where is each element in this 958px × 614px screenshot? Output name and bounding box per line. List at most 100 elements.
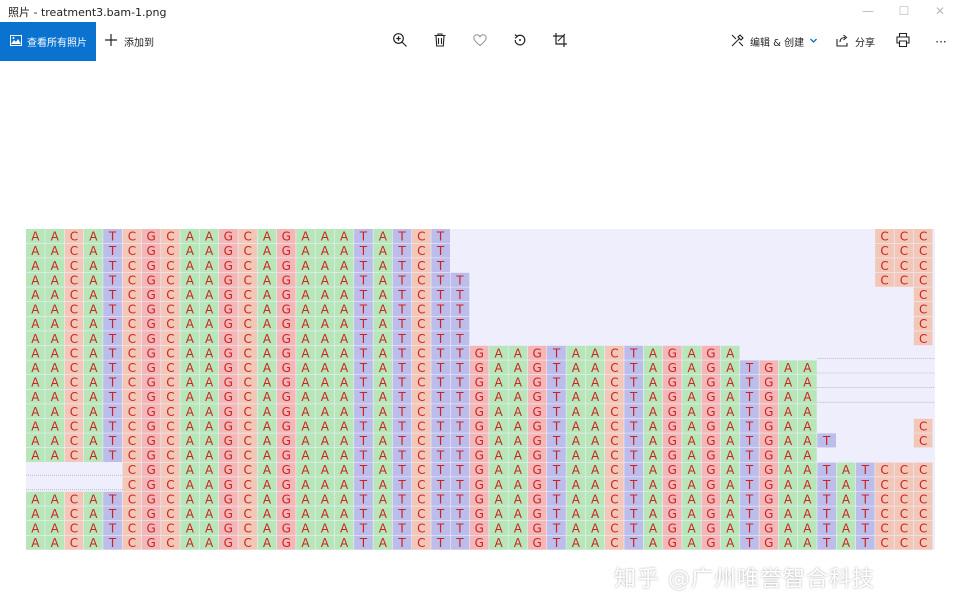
base-letter: C — [417, 376, 425, 390]
add-to-button[interactable]: 添加到 — [104, 22, 154, 61]
base-letter: G — [224, 434, 233, 448]
base-letter: A — [726, 434, 735, 448]
base-letter: C — [166, 390, 174, 404]
base-letter: C — [880, 273, 888, 287]
base-letter: A — [494, 405, 503, 419]
base-letter: T — [822, 522, 831, 536]
base-letter: T — [359, 390, 368, 404]
base-letter: A — [51, 507, 60, 521]
base-letter: A — [205, 303, 214, 317]
plus-icon — [104, 33, 118, 50]
base-letter: G — [282, 507, 291, 521]
base-letter: C — [128, 434, 136, 448]
base-letter: C — [919, 522, 927, 536]
base-letter: A — [514, 536, 523, 550]
more-options-button[interactable]: ··· — [931, 32, 951, 52]
base-letter: A — [340, 434, 349, 448]
minimize-button[interactable]: — — [850, 0, 886, 22]
base-letter: A — [803, 478, 812, 492]
base-letter: A — [186, 230, 195, 244]
base-letter: A — [514, 507, 523, 521]
base-letter: A — [649, 507, 658, 521]
base-letter: A — [803, 536, 812, 550]
base-letter: G — [668, 536, 677, 550]
base-letter: A — [514, 390, 523, 404]
base-letter: C — [166, 317, 174, 331]
base-letter: C — [880, 259, 888, 273]
base-letter: G — [224, 507, 233, 521]
base-letter: A — [340, 492, 349, 506]
base-letter: T — [397, 244, 406, 258]
base-letter: G — [282, 244, 291, 258]
base-letter: A — [31, 419, 40, 433]
delete-button[interactable] — [430, 32, 450, 52]
base-letter: A — [572, 346, 581, 360]
base-letter: A — [263, 507, 272, 521]
base-letter: C — [70, 376, 78, 390]
base-letter: A — [205, 259, 214, 273]
share-button[interactable]: 分享 — [835, 22, 875, 61]
base-letter: A — [321, 405, 330, 419]
base-letter: A — [572, 536, 581, 550]
base-letter: G — [147, 376, 156, 390]
base-letter: C — [166, 405, 174, 419]
base-letter: A — [51, 376, 60, 390]
base-letter: T — [397, 317, 406, 331]
base-letter: A — [301, 522, 310, 536]
base-letter: A — [321, 449, 330, 463]
base-letter: A — [379, 463, 388, 477]
base-letter: A — [572, 419, 581, 433]
base-letter: A — [340, 317, 349, 331]
base-letter: A — [263, 419, 272, 433]
base-letter: C — [880, 522, 888, 536]
base-letter: A — [572, 522, 581, 536]
crop-button[interactable] — [550, 32, 570, 52]
base-letter: T — [629, 376, 638, 390]
base-letter: C — [417, 449, 425, 463]
base-letter: A — [494, 376, 503, 390]
base-letter: G — [668, 507, 677, 521]
base-letter: A — [340, 303, 349, 317]
print-button[interactable] — [893, 32, 913, 52]
base-letter: C — [70, 536, 78, 550]
base-letter: A — [31, 405, 40, 419]
base-letter: C — [166, 522, 174, 536]
base-letter: T — [861, 492, 870, 506]
base-letter: A — [514, 522, 523, 536]
base-letter: A — [803, 390, 812, 404]
base-letter: G — [475, 346, 484, 360]
base-letter: T — [745, 463, 754, 477]
rotate-button[interactable] — [510, 32, 530, 52]
base-letter: T — [397, 361, 406, 375]
edit-create-button[interactable]: 编辑 & 创建 — [730, 22, 818, 61]
base-letter: T — [455, 332, 464, 346]
base-letter: A — [803, 361, 812, 375]
zoom-in-button[interactable] — [390, 32, 410, 52]
base-letter: G — [706, 376, 715, 390]
base-letter: A — [649, 522, 658, 536]
base-letter: A — [572, 434, 581, 448]
base-letter: A — [263, 259, 272, 273]
base-letter: A — [514, 361, 523, 375]
base-letter: A — [379, 273, 388, 287]
base-letter: T — [552, 376, 561, 390]
base-letter: T — [629, 507, 638, 521]
base-letter: C — [244, 492, 252, 506]
base-letter: C — [417, 273, 425, 287]
base-letter: C — [919, 419, 927, 433]
view-all-photos-button[interactable]: 查看所有照片 — [0, 22, 96, 61]
base-letter: C — [70, 390, 78, 404]
favorite-button[interactable] — [470, 32, 490, 52]
maximize-button[interactable]: ☐ — [886, 0, 922, 22]
base-letter: T — [397, 303, 406, 317]
base-letter: G — [764, 376, 773, 390]
base-letter: C — [244, 507, 252, 521]
base-letter: A — [591, 361, 600, 375]
close-button[interactable]: ✕ — [922, 0, 958, 22]
base-letter: C — [610, 536, 618, 550]
base-letter: G — [147, 492, 156, 506]
base-letter: G — [764, 434, 773, 448]
base-letter: A — [687, 361, 696, 375]
base-letter: A — [301, 332, 310, 346]
base-letter: A — [494, 346, 503, 360]
